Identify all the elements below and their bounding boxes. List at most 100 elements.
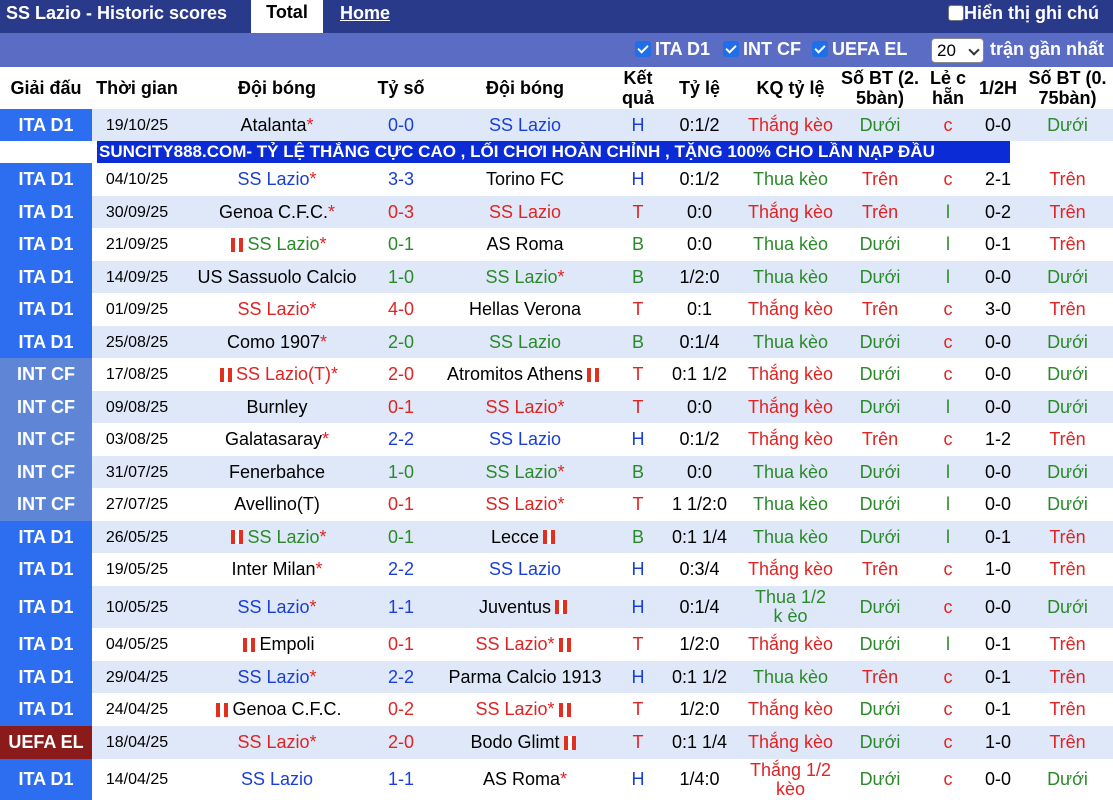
- league-cell[interactable]: ITA D1: [0, 228, 92, 261]
- team-name[interactable]: US Sassuolo Calcio: [197, 267, 356, 287]
- team-name[interactable]: Bodo Glimt: [470, 733, 559, 752]
- team-name[interactable]: SS Lazio: [247, 527, 319, 547]
- away-team-cell[interactable]: SS Lazio *: [430, 391, 620, 423]
- league-cell[interactable]: ITA D1: [0, 109, 92, 141]
- filter-ita[interactable]: ITA D1: [635, 39, 710, 59]
- league-cell[interactable]: ITA D1: [0, 759, 92, 800]
- away-team-cell[interactable]: SS Lazio: [430, 553, 620, 586]
- home-team-cell[interactable]: Como 1907 *: [182, 326, 372, 358]
- away-team-cell[interactable]: SS Lazio: [430, 423, 620, 456]
- away-team-cell[interactable]: SS Lazio *: [430, 456, 620, 488]
- score-cell[interactable]: 2-0: [372, 358, 430, 391]
- score-cell[interactable]: 3-3: [372, 163, 430, 196]
- ad-banner[interactable]: SUNCITY888.COM- TỶ LỆ THẮNG CỰC CAO , LỐ…: [0, 141, 1113, 163]
- filter-int[interactable]: INT CF: [723, 39, 801, 59]
- score-cell[interactable]: 1-0: [372, 261, 430, 293]
- league-cell[interactable]: ITA D1: [0, 693, 92, 726]
- team-name[interactable]: AS Roma: [483, 770, 560, 789]
- team-name[interactable]: Galatasaray: [225, 430, 322, 449]
- home-team-cell[interactable]: SS Lazio *: [182, 586, 372, 628]
- league-cell[interactable]: ITA D1: [0, 661, 92, 693]
- score-cell[interactable]: 2-2: [372, 423, 430, 456]
- league-cell[interactable]: ITA D1: [0, 628, 92, 661]
- league-cell[interactable]: ITA D1: [0, 261, 92, 293]
- score-cell[interactable]: 0-1: [372, 628, 430, 661]
- away-team-cell[interactable]: SS Lazio *: [430, 261, 620, 293]
- ad-text[interactable]: SUNCITY888.COM- TỶ LỆ THẮNG CỰC CAO , LỐ…: [97, 141, 1010, 163]
- home-team-cell[interactable]: SS Lazio(T) *: [182, 358, 372, 391]
- league-cell[interactable]: INT CF: [0, 391, 92, 423]
- tab-total[interactable]: Total: [251, 0, 323, 33]
- home-team-cell[interactable]: Atalanta *: [182, 109, 372, 141]
- score-cell[interactable]: 0-2: [372, 693, 430, 726]
- league-cell[interactable]: ITA D1: [0, 326, 92, 358]
- team-name[interactable]: Fenerbahce: [229, 462, 325, 482]
- checkbox-checked-icon[interactable]: [723, 41, 739, 57]
- team-name[interactable]: SS Lazio: [241, 770, 313, 789]
- match-count-select[interactable]: 20: [931, 38, 984, 63]
- team-name[interactable]: SS Lazio: [475, 700, 547, 719]
- league-cell[interactable]: ITA D1: [0, 196, 92, 228]
- score-cell[interactable]: 1-1: [372, 586, 430, 628]
- home-team-cell[interactable]: SS Lazio *: [182, 661, 372, 693]
- team-name[interactable]: SS Lazio: [489, 560, 561, 579]
- team-name[interactable]: Torino FC: [486, 170, 564, 189]
- home-team-cell[interactable]: Avellino(T): [182, 488, 372, 521]
- score-cell[interactable]: 1-0: [372, 456, 430, 488]
- team-name[interactable]: SS Lazio: [485, 495, 557, 514]
- home-team-cell[interactable]: US Sassuolo Calcio: [182, 261, 372, 293]
- team-name[interactable]: SS Lazio: [485, 397, 557, 417]
- team-name[interactable]: SS Lazio: [489, 115, 561, 135]
- away-team-cell[interactable]: SS Lazio *: [430, 628, 620, 661]
- away-team-cell[interactable]: SS Lazio: [430, 326, 620, 358]
- away-team-cell[interactable]: SS Lazio: [430, 196, 620, 228]
- home-team-cell[interactable]: SS Lazio *: [182, 163, 372, 196]
- team-name[interactable]: SS Lazio: [485, 462, 557, 482]
- away-team-cell[interactable]: SS Lazio *: [430, 693, 620, 726]
- away-team-cell[interactable]: SS Lazio *: [430, 488, 620, 521]
- score-cell[interactable]: 2-2: [372, 553, 430, 586]
- away-team-cell[interactable]: Torino FC: [430, 163, 620, 196]
- team-name[interactable]: Como 1907: [227, 332, 320, 352]
- score-cell[interactable]: 1-1: [372, 759, 430, 800]
- league-cell[interactable]: INT CF: [0, 423, 92, 456]
- team-name[interactable]: Inter Milan: [231, 560, 315, 579]
- team-name[interactable]: SS Lazio: [475, 635, 547, 654]
- team-name[interactable]: SS Lazio: [237, 170, 309, 189]
- away-team-cell[interactable]: Parma Calcio 1913: [430, 661, 620, 693]
- team-name[interactable]: SS Lazio(T): [236, 365, 331, 384]
- league-cell[interactable]: INT CF: [0, 456, 92, 488]
- team-name[interactable]: SS Lazio: [237, 300, 309, 319]
- team-name[interactable]: Parma Calcio 1913: [448, 667, 601, 687]
- home-team-cell[interactable]: SS Lazio *: [182, 521, 372, 553]
- home-team-cell[interactable]: SS Lazio *: [182, 726, 372, 759]
- home-team-cell[interactable]: Empoli: [182, 628, 372, 661]
- league-cell[interactable]: ITA D1: [0, 586, 92, 628]
- team-name[interactable]: Lecce: [491, 527, 539, 547]
- away-team-cell[interactable]: AS Roma: [430, 228, 620, 261]
- team-name[interactable]: Hellas Verona: [469, 300, 581, 319]
- home-team-cell[interactable]: Genoa C.F.C.: [182, 693, 372, 726]
- team-name[interactable]: Avellino(T): [234, 495, 320, 514]
- score-cell[interactable]: 4-0: [372, 293, 430, 326]
- tab-home[interactable]: Home: [340, 2, 390, 24]
- home-team-cell[interactable]: Galatasaray *: [182, 423, 372, 456]
- team-name[interactable]: Empoli: [259, 635, 314, 654]
- away-team-cell[interactable]: SS Lazio: [430, 109, 620, 141]
- home-team-cell[interactable]: Genoa C.F.C. *: [182, 196, 372, 228]
- filter-uefa[interactable]: UEFA EL: [812, 39, 907, 59]
- away-team-cell[interactable]: AS Roma *: [430, 759, 620, 800]
- home-team-cell[interactable]: Inter Milan *: [182, 553, 372, 586]
- home-team-cell[interactable]: Fenerbahce: [182, 456, 372, 488]
- score-cell[interactable]: 0-0: [372, 109, 430, 141]
- away-team-cell[interactable]: Juventus: [430, 586, 620, 628]
- score-cell[interactable]: 2-0: [372, 326, 430, 358]
- team-name[interactable]: SS Lazio: [485, 267, 557, 287]
- home-team-cell[interactable]: SS Lazio *: [182, 228, 372, 261]
- away-team-cell[interactable]: Atromitos Athens: [430, 358, 620, 391]
- away-team-cell[interactable]: Lecce: [430, 521, 620, 553]
- league-cell[interactable]: ITA D1: [0, 553, 92, 586]
- team-name[interactable]: Genoa C.F.C.: [232, 700, 341, 719]
- team-name[interactable]: Atromitos Athens: [447, 365, 583, 384]
- team-name[interactable]: SS Lazio: [489, 202, 561, 222]
